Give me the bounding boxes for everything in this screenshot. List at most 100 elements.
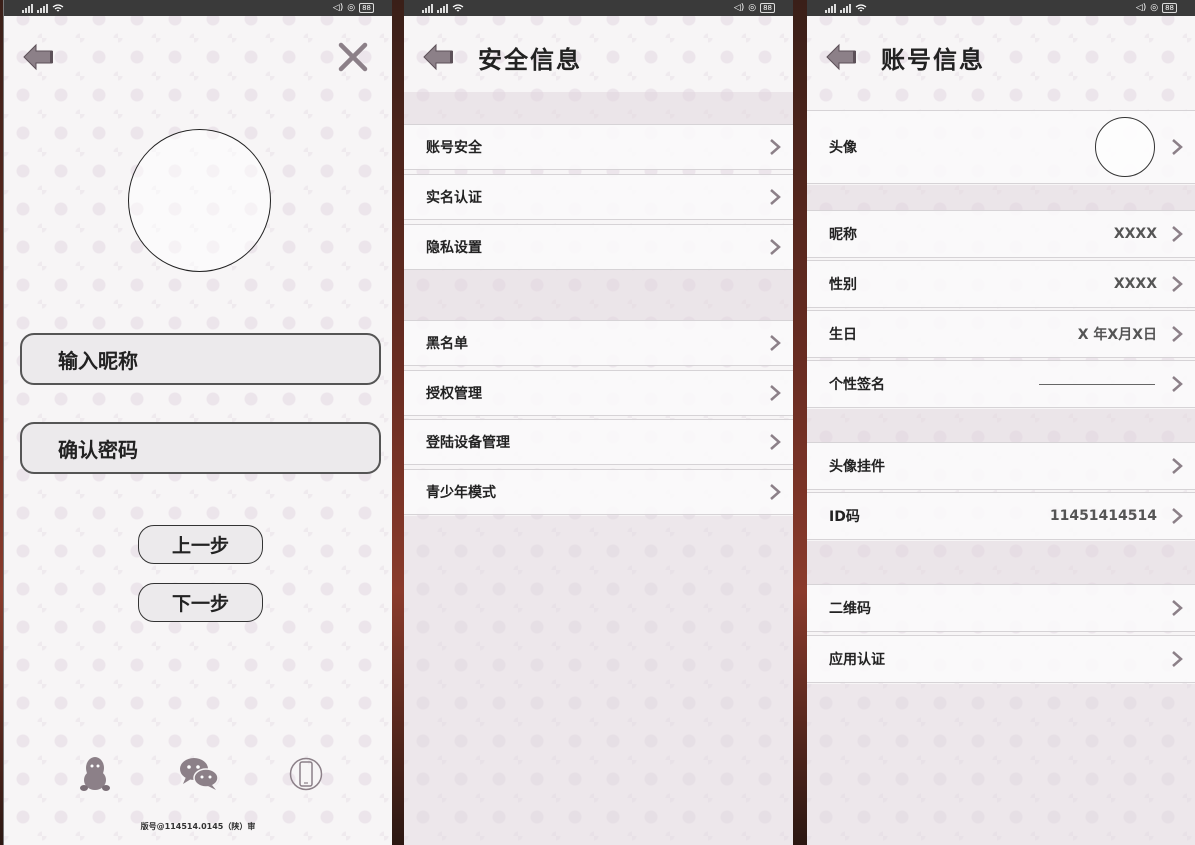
row-qrcode[interactable]: 二维码	[807, 584, 1195, 632]
menu-item-label: 隐私设置	[426, 240, 482, 256]
signal-icon	[422, 3, 433, 13]
menu-item-login-devices[interactable]: 登陆设备管理	[404, 419, 793, 465]
row-avatar-pendant[interactable]: 头像挂件	[807, 442, 1195, 490]
chevron-right-icon	[770, 139, 781, 155]
empty-area	[404, 516, 793, 845]
license-footer: 版号@114514.0145（陕）审	[140, 822, 256, 831]
row-label: 生日	[829, 327, 857, 343]
menu-item-label: 授权管理	[426, 386, 482, 402]
row-id-code[interactable]: ID码 11451414514	[807, 492, 1195, 540]
menu-item-privacy-settings[interactable]: 隐私设置	[404, 224, 793, 270]
next-step-button[interactable]: 下一步	[138, 583, 263, 622]
back-arrow-icon[interactable]	[422, 40, 456, 74]
wifi-icon	[452, 3, 464, 11]
signal-icon	[825, 3, 836, 13]
avatar	[1095, 117, 1155, 177]
page-title: 安全信息	[478, 46, 582, 74]
confirm-password-input[interactable]: 确认密码	[20, 422, 381, 474]
section-divider	[807, 541, 1195, 584]
volume-icon: ◁)	[332, 3, 344, 13]
chevron-right-icon	[770, 189, 781, 205]
chevron-right-icon	[770, 335, 781, 351]
gender-value: XXXX	[1113, 276, 1157, 292]
back-arrow-icon[interactable]	[22, 40, 56, 74]
row-birthday[interactable]: 生日 X 年X月X日	[807, 310, 1195, 358]
status-bar: ◁) ◎ 88	[807, 0, 1195, 16]
id-value: 11451414514	[1049, 508, 1157, 524]
chevron-right-icon	[1172, 458, 1183, 474]
row-label: 二维码	[829, 601, 871, 617]
row-label: ID码	[829, 509, 860, 525]
prev-step-button[interactable]: 上一步	[138, 525, 263, 564]
menu-item-real-name-auth[interactable]: 实名认证	[404, 174, 793, 220]
battery-indicator: 88	[359, 3, 374, 13]
account-screen: ◁) ◎ 88 账号信息 头像 昵称 XXXX 性别 XXXX 生日 X 年X月…	[807, 0, 1195, 845]
birthday-value: X 年X月X日	[1077, 327, 1157, 343]
status-right: ◁) ◎ 88	[734, 3, 775, 13]
chevron-right-icon	[770, 434, 781, 450]
chevron-right-icon	[1172, 276, 1183, 292]
row-signature[interactable]: 个性签名	[807, 360, 1195, 408]
qq-icon[interactable]	[80, 755, 110, 793]
signal-icon-2	[437, 3, 448, 13]
phone-icon[interactable]	[289, 755, 323, 793]
chevron-right-icon	[1172, 139, 1183, 155]
menu-item-label: 登陆设备管理	[426, 435, 510, 451]
menu-item-label: 实名认证	[426, 190, 482, 206]
volume-icon: ◁)	[1135, 3, 1147, 13]
wechat-icon[interactable]	[178, 755, 220, 793]
close-icon[interactable]	[336, 40, 370, 74]
menu-item-account-security[interactable]: 账号安全	[404, 124, 793, 170]
menu-item-label: 青少年模式	[426, 485, 496, 501]
chevron-right-icon	[770, 385, 781, 401]
status-left	[422, 3, 464, 13]
section-divider	[404, 270, 793, 320]
back-arrow-icon[interactable]	[825, 40, 859, 74]
battery-indicator: 88	[1162, 3, 1177, 13]
chevron-right-icon	[1172, 508, 1183, 524]
status-left	[22, 3, 64, 13]
location-icon: ◎	[748, 3, 757, 13]
menu-item-teen-mode[interactable]: 青少年模式	[404, 469, 793, 515]
row-label: 应用认证	[829, 652, 885, 668]
password-placeholder: 确认密码	[58, 437, 138, 462]
row-nickname[interactable]: 昵称 XXXX	[807, 210, 1195, 258]
nickname-input[interactable]: 输入昵称	[20, 333, 381, 385]
row-label: 性别	[829, 277, 857, 293]
menu-item-label: 黑名单	[426, 336, 468, 352]
location-icon: ◎	[1150, 3, 1159, 13]
nickname-value: XXXX	[1113, 226, 1157, 242]
row-avatar[interactable]: 头像	[807, 110, 1195, 184]
location-icon: ◎	[347, 3, 356, 13]
empty-area	[807, 684, 1195, 845]
register-screen: ◁) ◎ 88 输入昵称 确认密码 上一步 下一步 版号@114514.0145…	[3, 0, 392, 845]
status-right: ◁) ◎ 88	[333, 3, 374, 13]
section-divider	[807, 409, 1195, 442]
security-screen: ◁) ◎ 88 安全信息 账号安全 实名认证 隐私设置 黑名单 授权管理 登陆设…	[404, 0, 793, 845]
nickname-placeholder: 输入昵称	[58, 348, 138, 373]
status-left	[825, 3, 867, 13]
section-divider	[807, 185, 1195, 210]
chevron-right-icon	[770, 239, 781, 255]
row-app-auth[interactable]: 应用认证	[807, 635, 1195, 683]
chevron-right-icon	[1172, 600, 1183, 616]
row-gender[interactable]: 性别 XXXX	[807, 260, 1195, 308]
volume-icon: ◁)	[733, 3, 745, 13]
signal-icon-2	[37, 3, 48, 13]
page-title: 账号信息	[881, 46, 985, 74]
signal-icon	[22, 3, 33, 13]
menu-item-blacklist[interactable]: 黑名单	[404, 320, 793, 366]
chevron-right-icon	[1172, 376, 1183, 392]
status-bar: ◁) ◎ 88	[4, 0, 392, 16]
battery-indicator: 88	[760, 3, 775, 13]
avatar-upload[interactable]	[128, 129, 271, 272]
chevron-right-icon	[1172, 226, 1183, 242]
wifi-icon	[855, 3, 867, 11]
chevron-right-icon	[1172, 326, 1183, 342]
menu-item-authorization[interactable]: 授权管理	[404, 370, 793, 416]
menu-item-label: 账号安全	[426, 140, 482, 156]
row-label: 头像挂件	[829, 459, 885, 475]
status-bar: ◁) ◎ 88	[404, 0, 793, 16]
chevron-right-icon	[1172, 651, 1183, 667]
row-label: 头像	[829, 140, 857, 156]
